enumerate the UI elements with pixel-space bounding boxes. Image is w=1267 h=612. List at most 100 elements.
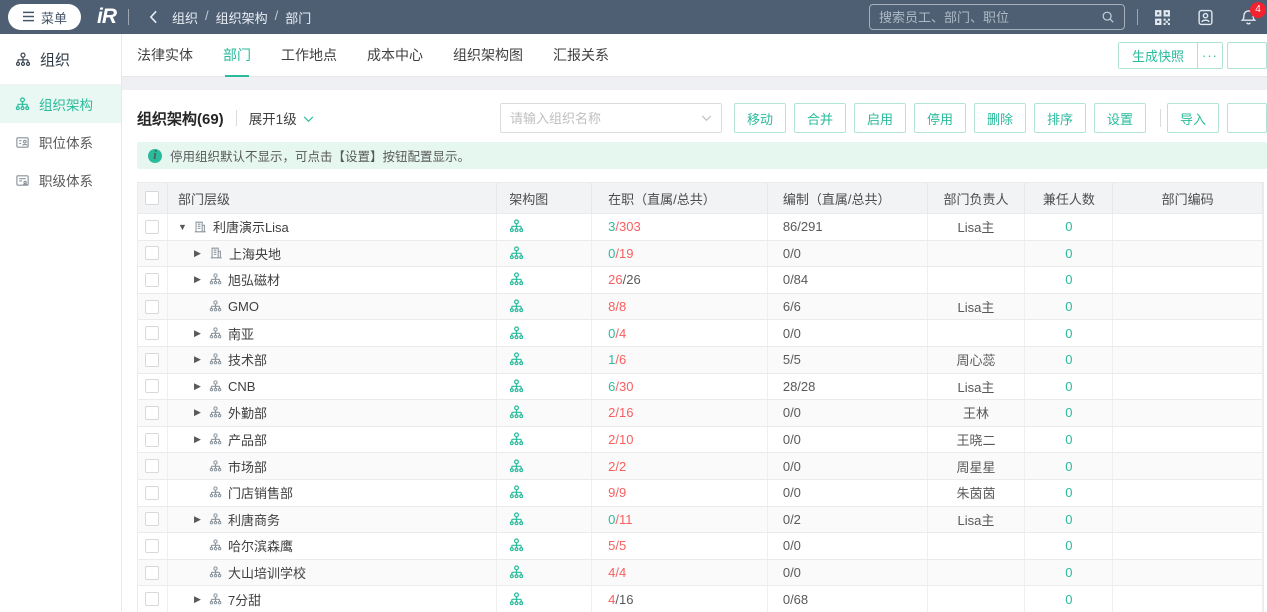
tab-部门[interactable]: 部门	[223, 34, 251, 77]
action-button-移动[interactable]: 移动	[734, 103, 786, 133]
org-chart-icon[interactable]	[509, 405, 524, 420]
department-name[interactable]: 大山培训学校	[228, 563, 306, 582]
row-checkbox[interactable]	[145, 353, 159, 367]
department-name[interactable]: 市场部	[228, 457, 267, 476]
expand-level-dropdown[interactable]: 展开1级	[249, 108, 314, 128]
org-chart-icon[interactable]	[509, 485, 524, 500]
partial-button[interactable]	[1227, 103, 1267, 133]
expand-arrow[interactable]: ▶	[194, 514, 209, 525]
sidebar-item-职位体系[interactable]: 职位体系	[0, 123, 121, 161]
expand-arrow[interactable]: ▶	[194, 328, 209, 339]
department-name[interactable]: 利唐演示Lisa	[213, 217, 289, 236]
table-body: ▼ 利唐演示Lisa 3/303 86/291 Lisa主 0 ▶ 上海央地 0…	[138, 213, 1263, 612]
action-button-合并[interactable]: 合并	[794, 103, 846, 133]
row-checkbox[interactable]	[145, 539, 159, 553]
back-chevron-icon[interactable]	[149, 10, 158, 24]
expand-arrow[interactable]: ▶	[194, 407, 209, 418]
row-checkbox[interactable]	[145, 220, 159, 234]
department-name[interactable]: 门店销售部	[228, 483, 293, 502]
bell-icon[interactable]: 4	[1240, 9, 1257, 26]
expand-arrow[interactable]: ▶	[194, 434, 209, 445]
sidebar-item-职级体系[interactable]: 职级体系	[0, 161, 121, 199]
org-chart-icon[interactable]	[509, 326, 524, 341]
department-name[interactable]: 南亚	[228, 324, 254, 343]
department-manager	[928, 241, 1026, 267]
department-name[interactable]: 上海央地	[229, 244, 281, 263]
org-chart-icon[interactable]	[509, 538, 524, 553]
search-icon[interactable]	[1101, 10, 1115, 24]
org-chart-icon[interactable]	[509, 512, 524, 527]
row-checkbox[interactable]	[145, 300, 159, 314]
headcount: 0/0	[768, 533, 928, 559]
org-chart-icon[interactable]	[509, 299, 524, 314]
sidebar: 组织 组织架构职位体系职级体系	[0, 34, 122, 611]
org-chart-icon[interactable]	[509, 246, 524, 261]
action-button-停用[interactable]: 停用	[914, 103, 966, 133]
global-search-input[interactable]	[879, 10, 1101, 25]
row-checkbox[interactable]	[145, 379, 159, 393]
row-checkbox[interactable]	[145, 326, 159, 340]
expand-arrow[interactable]: ▼	[178, 222, 193, 232]
department-manager	[928, 267, 1026, 293]
expand-arrow[interactable]: ▶	[194, 381, 209, 392]
action-button-设置[interactable]: 设置	[1094, 103, 1146, 133]
import-button[interactable]: 导入	[1167, 103, 1219, 133]
row-checkbox[interactable]	[145, 406, 159, 420]
department-name[interactable]: 旭弘磁材	[228, 270, 280, 289]
action-button-排序[interactable]: 排序	[1034, 103, 1086, 133]
row-checkbox[interactable]	[145, 566, 159, 580]
department-name[interactable]: 7分甜	[228, 590, 261, 609]
generate-snapshot-button[interactable]: 生成快照	[1119, 43, 1197, 68]
department-name[interactable]: GMO	[228, 299, 259, 314]
snapshot-more-button[interactable]: ···	[1197, 43, 1222, 68]
tab-成本中心[interactable]: 成本中心	[367, 34, 423, 77]
tab-工作地点[interactable]: 工作地点	[281, 34, 337, 77]
contacts-icon[interactable]	[1197, 9, 1214, 26]
org-chart-icon[interactable]	[509, 272, 524, 287]
sidebar-item-组织架构[interactable]: 组织架构	[0, 85, 121, 123]
tab-组织架构图[interactable]: 组织架构图	[453, 34, 523, 77]
breadcrumb-org[interactable]: 组织	[172, 8, 198, 27]
department-name[interactable]: 产品部	[228, 430, 267, 449]
partial-button[interactable]	[1227, 42, 1267, 69]
row-checkbox[interactable]	[145, 246, 159, 260]
row-checkbox[interactable]	[145, 592, 159, 606]
row-checkbox[interactable]	[145, 433, 159, 447]
department-name[interactable]: 哈尔滨森鹰	[228, 536, 293, 555]
active-total: /16	[615, 405, 633, 420]
qr-code-icon[interactable]	[1154, 9, 1171, 26]
action-button-删除[interactable]: 删除	[974, 103, 1026, 133]
tab-法律实体[interactable]: 法律实体	[137, 34, 193, 77]
active-total: /8	[615, 299, 626, 314]
menu-button[interactable]: 菜单	[8, 4, 81, 30]
expand-arrow[interactable]: ▶	[194, 354, 209, 365]
expand-arrow[interactable]: ▶	[194, 274, 209, 285]
row-checkbox[interactable]	[145, 486, 159, 500]
row-checkbox[interactable]	[145, 512, 159, 526]
org-chart-icon[interactable]	[509, 352, 524, 367]
org-name-input[interactable]	[510, 111, 701, 126]
select-all-checkbox[interactable]	[145, 191, 159, 205]
org-chart-icon[interactable]	[509, 219, 524, 234]
department-name[interactable]: 外勤部	[228, 403, 267, 422]
department-manager	[928, 533, 1026, 559]
expand-arrow[interactable]: ▶	[194, 594, 209, 605]
org-chart-icon[interactable]	[509, 592, 524, 607]
breadcrumb-org-structure[interactable]: 组织架构	[216, 8, 268, 27]
department-code	[1113, 320, 1263, 346]
row-checkbox[interactable]	[145, 273, 159, 287]
org-chart-icon[interactable]	[509, 565, 524, 580]
department-name[interactable]: CNB	[228, 379, 255, 394]
org-chart-icon[interactable]	[509, 379, 524, 394]
department-manager	[928, 560, 1026, 586]
row-checkbox[interactable]	[145, 459, 159, 473]
org-chart-icon[interactable]	[509, 432, 524, 447]
department-code	[1113, 400, 1263, 426]
tab-汇报关系[interactable]: 汇报关系	[553, 34, 609, 77]
breadcrumb-department[interactable]: 部门	[285, 8, 311, 27]
action-button-启用[interactable]: 启用	[854, 103, 906, 133]
department-name[interactable]: 技术部	[228, 350, 267, 369]
department-name[interactable]: 利唐商务	[228, 510, 280, 529]
expand-arrow[interactable]: ▶	[194, 248, 209, 259]
org-chart-icon[interactable]	[509, 459, 524, 474]
